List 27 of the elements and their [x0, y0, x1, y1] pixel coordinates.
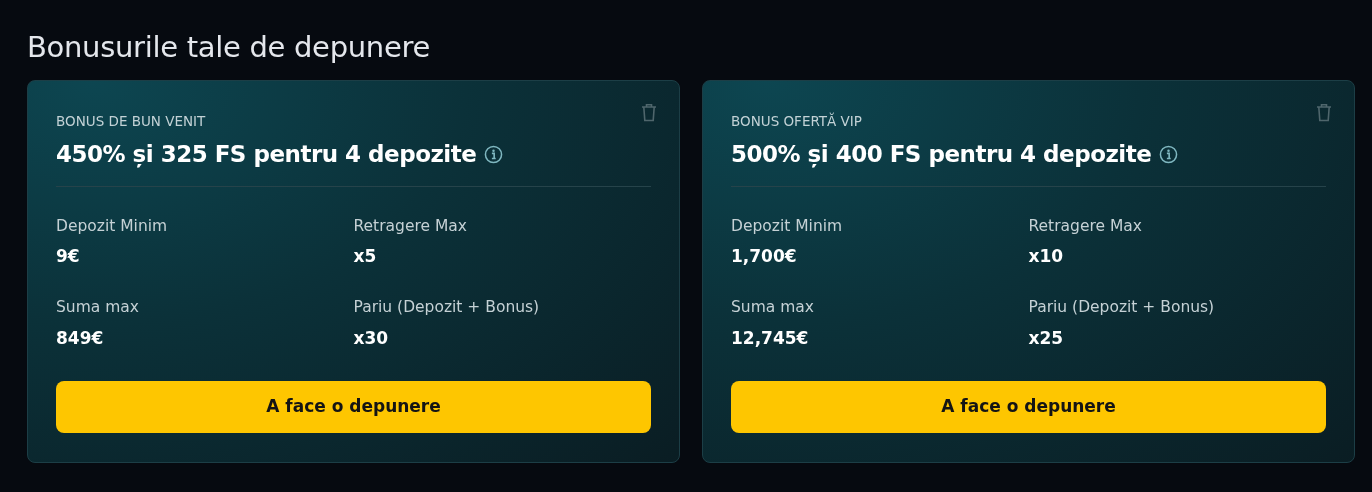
stat-label: Pariu (Depozit + Bonus) [1028, 297, 1216, 319]
stat-label: Retragere Max [353, 215, 468, 237]
stat-label: Depozit Minim [56, 215, 169, 237]
stat-label: Retragere Max [1028, 215, 1143, 237]
bonus-title: 450% și 325 FS pentru 4 depozite [56, 140, 477, 170]
stat-value: 12,745€ [731, 326, 810, 350]
bonus-type: BONUS DE BUN VENIT [56, 111, 207, 131]
trash-icon[interactable] [641, 102, 657, 122]
stat-value: x10 [1028, 244, 1065, 268]
info-icon[interactable] [1159, 144, 1179, 164]
trash-icon[interactable] [1316, 102, 1332, 122]
stat-label: Pariu (Depozit + Bonus) [353, 297, 541, 319]
stat-label: Suma max [56, 297, 140, 319]
stat-value: x25 [1028, 326, 1065, 350]
stat-label: Depozit Minim [731, 215, 844, 237]
stat-value: x5 [353, 244, 378, 268]
stat-value: x30 [353, 326, 390, 350]
deposit-button[interactable]: A face o depunere [56, 381, 651, 434]
deposit-button[interactable]: A face o depunere [731, 381, 1326, 434]
bonus-title: 500% și 400 FS pentru 4 depozite [731, 140, 1152, 170]
stat-value: 849€ [56, 326, 105, 350]
info-icon[interactable] [484, 144, 504, 164]
bonus-type: BONUS OFERTĂ VIP [731, 111, 863, 131]
stat-value: 1,700€ [731, 244, 798, 268]
section-heading: Bonusurile tale de depunere [27, 30, 431, 65]
stat-value: 9€ [56, 244, 81, 268]
stat-label: Suma max [731, 297, 815, 319]
